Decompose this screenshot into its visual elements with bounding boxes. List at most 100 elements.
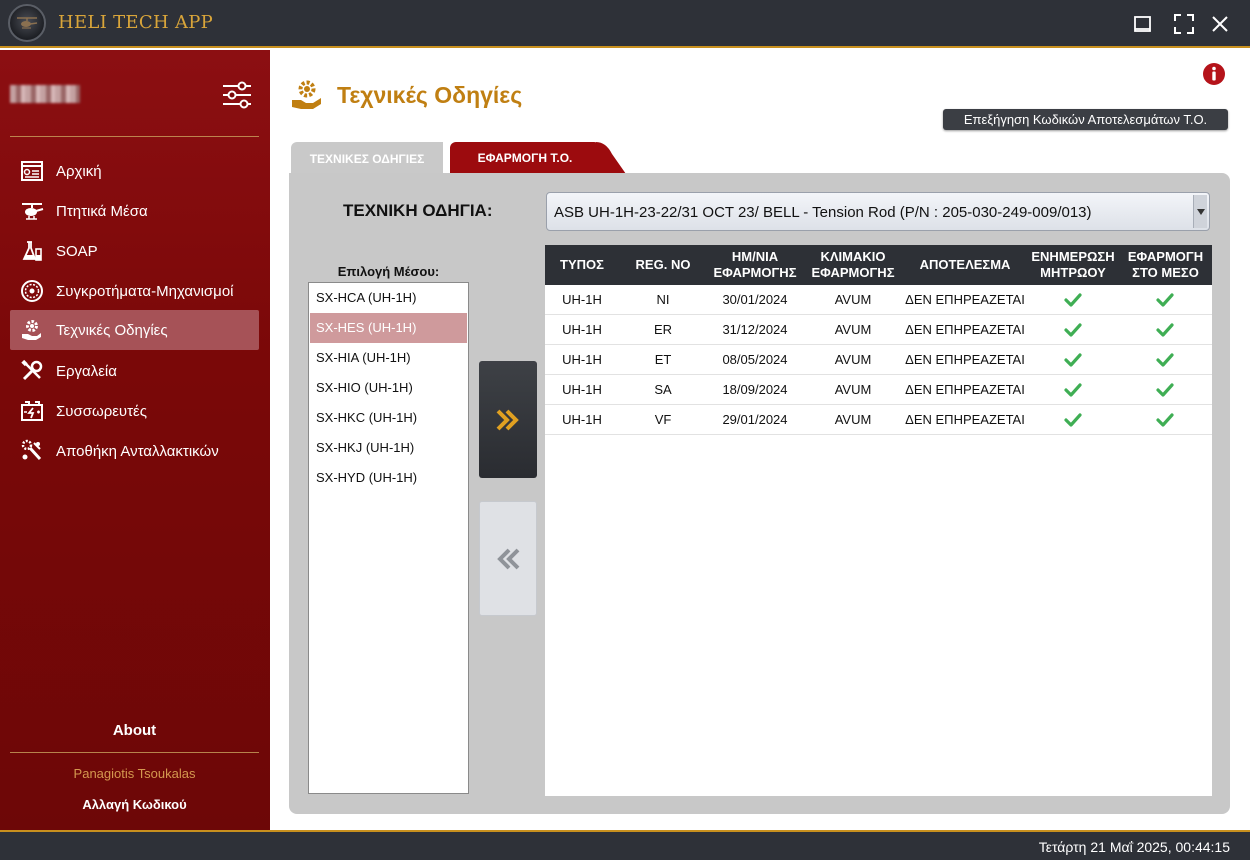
sidebar-divider — [10, 752, 259, 753]
sidebar-item-label: Συγκροτήματα-Μηχανισμοί — [56, 282, 234, 300]
table-cell-result: ΔΕΝ ΕΠΗΡΕΑΖΕΤΑΙ — [905, 292, 1025, 307]
table-cell-unit: AVUM — [834, 292, 872, 307]
list-item[interactable]: SX-HCA (UH-1H) — [310, 283, 467, 313]
table-row[interactable]: UH-1H ET 08/05/2024 AVUM ΔΕΝ ΕΠΗΡΕΑΖΕΤΑΙ — [545, 345, 1212, 375]
sidebar-item-label: Τεχνικές Οδηγίες — [56, 321, 168, 339]
add-to-table-button[interactable] — [479, 361, 537, 478]
sidebar-item-tools[interactable]: Εργαλεία — [10, 351, 259, 391]
maximize-icon[interactable] — [1131, 12, 1155, 36]
sliders-icon[interactable] — [221, 80, 253, 110]
table-header: ΤΥΠΟΣ REG. NO ΗΜ/ΝΙΑ ΕΦΑΡΜΟΓΗΣ ΚΛΙΜΑΚΙΟ … — [545, 245, 1212, 285]
dropdown-arrow-icon[interactable] — [1193, 195, 1207, 228]
sidebar-item-spare-parts[interactable]: Αποθήκη Ανταλλακτικών — [10, 431, 259, 471]
table-cell-result: ΔΕΝ ΕΠΗΡΕΑΖΕΤΑΙ — [905, 412, 1025, 427]
double-chevron-left-icon — [497, 548, 520, 569]
column-header[interactable]: REG. NO — [619, 245, 707, 285]
user-name-blurred — [10, 85, 80, 103]
table-cell-date: 30/01/2024 — [722, 292, 788, 307]
sidebar-item-label: Αρχική — [56, 162, 102, 180]
table-row[interactable]: UH-1H VF 29/01/2024 AVUM ΔΕΝ ΕΠΗΡΕΑΖΕΤΑΙ — [545, 405, 1212, 435]
sidebar-item-label: Αποθήκη Ανταλλακτικών — [56, 442, 219, 460]
table-cell-date: 08/05/2024 — [722, 352, 788, 367]
author-name: Panagiotis Tsoukalas — [73, 766, 196, 781]
sidebar: Αρχική Πτητικά Μέσα SOAP Συγκροτήματα-Μη… — [0, 50, 270, 830]
table-row[interactable]: UH-1H NI 30/01/2024 AVUM ΔΕΝ ΕΠΗΡΕΑΖΕΤΑΙ — [545, 285, 1212, 315]
helicopter-icon — [20, 199, 44, 223]
column-header[interactable]: ΤΥΠΟΣ — [545, 245, 619, 285]
table-cell-unit: AVUM — [834, 382, 872, 397]
double-chevron-right-icon — [496, 409, 519, 430]
table-cell-result: ΔΕΝ ΕΠΗΡΕΑΖΕΤΑΙ — [905, 382, 1025, 397]
sidebar-item-batteries[interactable]: Συσσωρευτές — [10, 391, 259, 431]
checkmark-icon — [1156, 323, 1174, 337]
table-cell-type: UH-1H — [562, 322, 602, 337]
column-header[interactable]: ΕΦΑΡΜΟΓΗ ΣΤΟ ΜΕΣΟ — [1119, 245, 1212, 285]
checkmark-icon — [1064, 383, 1082, 397]
aircraft-list[interactable]: SX-HCA (UH-1H) SX-HES (UH-1H) SX-HIA (UH… — [308, 282, 469, 794]
table-cell-reg: SA — [654, 382, 672, 397]
table-cell-type: UH-1H — [562, 412, 602, 427]
helicopter-logo-icon — [8, 4, 46, 42]
info-icon[interactable] — [1202, 62, 1226, 86]
tab-directive-application[interactable]: ΕΦΑΡΜΟΓΗ Τ.Ο. — [450, 142, 600, 174]
table-cell-reg: ET — [654, 352, 672, 367]
list-item[interactable]: SX-HIO (UH-1H) — [310, 373, 467, 403]
sidebar-item-soap[interactable]: SOAP — [10, 231, 259, 271]
explain-codes-button[interactable]: Επεξήγηση Κωδικών Αποτελεσμάτων Τ.Ο. — [943, 109, 1228, 130]
table-cell-unit: AVUM — [834, 322, 872, 337]
lab-flask-icon — [20, 239, 44, 263]
column-header[interactable]: ΚΛΙΜΑΚΙΟ ΕΦΑΡΜΟΓΗΣ — [803, 245, 903, 285]
checkmark-icon — [1064, 293, 1082, 307]
list-item-selected[interactable]: SX-HES (UH-1H) — [310, 313, 467, 343]
sidebar-divider — [10, 136, 259, 137]
remove-from-table-button[interactable] — [479, 501, 537, 616]
table-cell-date: 31/12/2024 — [722, 322, 788, 337]
list-item[interactable]: SX-HYD (UH-1H) — [310, 463, 467, 493]
list-item[interactable]: SX-HIA (UH-1H) — [310, 343, 467, 373]
list-item[interactable]: SX-HKJ (UH-1H) — [310, 433, 467, 463]
checkmark-icon — [1064, 413, 1082, 427]
table-cell-result: ΔΕΝ ΕΠΗΡΕΑΖΕΤΑΙ — [905, 322, 1025, 337]
tab-technical-directives[interactable]: ΤΕΧΝΙΚΕΣ ΟΔΗΓΙΕΣ — [291, 142, 443, 174]
sidebar-item-assemblies[interactable]: Συγκροτήματα-Μηχανισμοί — [10, 271, 259, 311]
checkmark-icon — [1064, 353, 1082, 367]
checkmark-icon — [1156, 353, 1174, 367]
technical-directive-select[interactable]: ASB UH-1H-23-22/31 OCT 23/ BELL - Tensio… — [546, 192, 1210, 231]
table-cell-reg: NI — [656, 292, 670, 307]
sidebar-item-home[interactable]: Αρχική — [10, 151, 259, 191]
tab-slope — [596, 142, 626, 174]
column-header[interactable]: ΕΝΗΜΕΡΩΣΗ ΜΗΤΡΩΟΥ — [1027, 245, 1119, 285]
app-title: HELI TECH APP — [58, 12, 214, 33]
technical-directive-value: ASB UH-1H-23-22/31 OCT 23/ BELL - Tensio… — [554, 204, 1092, 221]
table-row[interactable]: UH-1H ER 31/12/2024 AVUM ΔΕΝ ΕΠΗΡΕΑΖΕΤΑΙ — [545, 315, 1212, 345]
engine-icon — [20, 279, 44, 303]
column-header[interactable]: ΑΠΟΤΕΛΕΣΜΑ — [903, 245, 1027, 285]
close-icon[interactable] — [1208, 12, 1232, 36]
parts-icon — [20, 439, 44, 463]
about-link[interactable]: About — [10, 722, 259, 739]
table-cell-unit: AVUM — [834, 412, 872, 427]
tools-icon — [20, 359, 44, 383]
sidebar-item-label: Εργαλεία — [56, 362, 117, 380]
table-row[interactable]: UH-1H SA 18/09/2024 AVUM ΔΕΝ ΕΠΗΡΕΑΖΕΤΑΙ — [545, 375, 1212, 405]
table-cell-reg: VF — [654, 412, 672, 427]
fullscreen-icon[interactable] — [1172, 12, 1196, 36]
change-password-link[interactable]: Αλλαγή Κωδικού — [10, 797, 259, 812]
table-cell-date: 29/01/2024 — [722, 412, 788, 427]
column-header[interactable]: ΗΜ/ΝΙΑ ΕΦΑΡΜΟΓΗΣ — [707, 245, 803, 285]
list-item[interactable]: SX-HKC (UH-1H) — [310, 403, 467, 433]
sidebar-item-aircraft[interactable]: Πτητικά Μέσα — [10, 191, 259, 231]
technical-directive-label: ΤΕΧΝΙΚΗ ΟΔΗΓΙΑ: — [343, 201, 493, 220]
title-bar: HELI TECH APP — [0, 0, 1250, 48]
sidebar-item-label: Συσσωρευτές — [56, 402, 147, 420]
gear-hand-icon — [20, 318, 44, 342]
table-cell-reg: ER — [653, 322, 673, 337]
sidebar-item-technical-directives[interactable]: Τεχνικές Οδηγίες — [10, 310, 259, 350]
application-table: ΤΥΠΟΣ REG. NO ΗΜ/ΝΙΑ ΕΦΑΡΜΟΓΗΣ ΚΛΙΜΑΚΙΟ … — [545, 245, 1212, 796]
battery-icon — [20, 399, 44, 423]
checkmark-icon — [1156, 293, 1174, 307]
checkmark-icon — [1156, 383, 1174, 397]
status-datetime: Τετάρτη 21 Μαΐ 2025, 00:44:15 — [1038, 839, 1230, 855]
page-title: Τεχνικές Οδηγίες — [337, 82, 523, 108]
table-cell-type: UH-1H — [562, 382, 602, 397]
